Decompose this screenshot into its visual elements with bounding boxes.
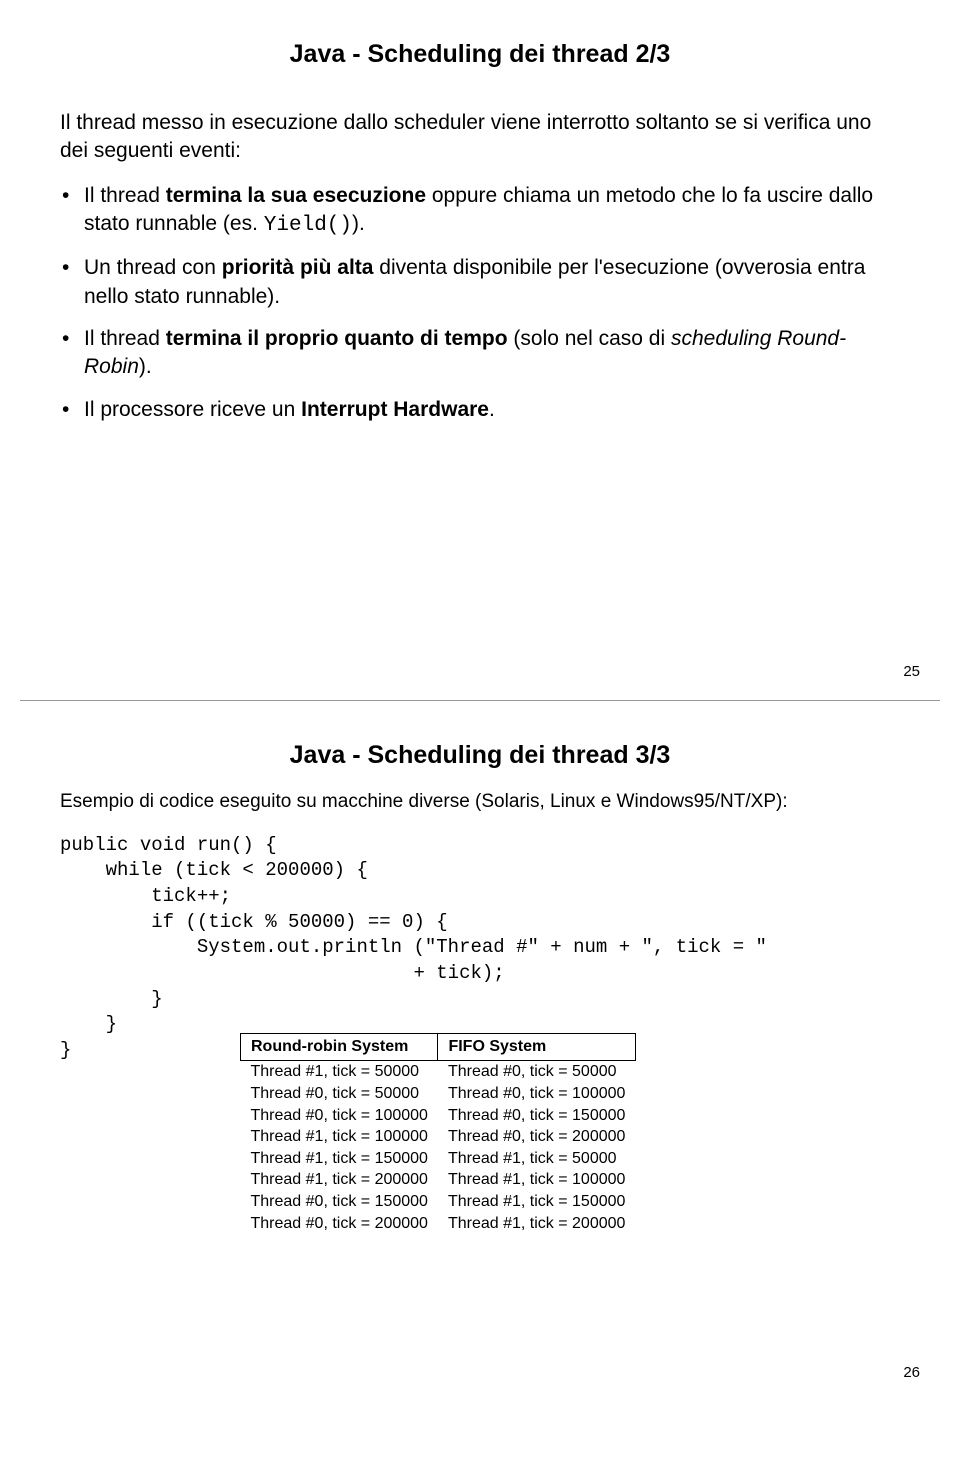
table-row: Thread #1, tick = 50000 Thread #0, tick … — [241, 1061, 636, 1234]
fifo-line: Thread #1, tick = 200000 — [448, 1213, 625, 1235]
fifo-line: Thread #0, tick = 150000 — [448, 1105, 625, 1127]
bullet-2: Un thread con priorità più alta diventa … — [60, 254, 900, 311]
results-table: Round-robin System FIFO System Thread #1… — [240, 1033, 636, 1234]
text: . — [489, 398, 495, 421]
col-header-rr: Round-robin System — [241, 1034, 438, 1061]
bullet-1: Il thread termina la sua esecuzione oppu… — [60, 182, 900, 241]
col-header-fifo: FIFO System — [438, 1034, 635, 1061]
rr-line: Thread #1, tick = 100000 — [251, 1126, 428, 1148]
text-bold: termina il proprio quanto di tempo — [166, 327, 508, 350]
slide-26: Java - Scheduling dei thread 3/3 Esempio… — [0, 701, 960, 1401]
rr-line: Thread #0, tick = 50000 — [251, 1083, 428, 1105]
text-bold: termina la sua esecuzione — [166, 184, 426, 207]
bullet-4: Il processore riceve un Interrupt Hardwa… — [60, 396, 900, 424]
code-block: public void run() { while (tick < 200000… — [60, 833, 900, 1064]
text: Un thread con — [84, 256, 222, 279]
text: ). — [352, 212, 365, 235]
slide-25: Java - Scheduling dei thread 2/3 Il thre… — [0, 0, 960, 700]
fifo-line: Thread #1, tick = 50000 — [448, 1148, 625, 1170]
rr-line: Thread #1, tick = 150000 — [251, 1148, 428, 1170]
text: ). — [139, 355, 152, 378]
slide-title: Java - Scheduling dei thread 3/3 — [60, 741, 900, 770]
fifo-line: Thread #1, tick = 150000 — [448, 1191, 625, 1213]
text-bold: priorità più alta — [222, 256, 374, 279]
bullet-list: Il thread termina la sua esecuzione oppu… — [60, 182, 900, 424]
results-table-wrap: Round-robin System FIFO System Thread #1… — [240, 1033, 900, 1234]
text: (solo nel caso di — [508, 327, 671, 350]
table-header-row: Round-robin System FIFO System — [241, 1034, 636, 1061]
rr-line: Thread #0, tick = 150000 — [251, 1191, 428, 1213]
text-bold: Interrupt Hardware — [301, 398, 489, 421]
page-number: 26 — [903, 1364, 920, 1381]
cell-fifo: Thread #0, tick = 50000 Thread #0, tick … — [438, 1061, 635, 1234]
bullet-3: Il thread termina il proprio quanto di t… — [60, 325, 900, 382]
fifo-line: Thread #0, tick = 50000 — [448, 1061, 625, 1083]
cell-rr: Thread #1, tick = 50000 Thread #0, tick … — [241, 1061, 438, 1234]
rr-line: Thread #0, tick = 200000 — [251, 1213, 428, 1235]
rr-line: Thread #1, tick = 200000 — [251, 1169, 428, 1191]
intro-paragraph: Il thread messo in esecuzione dallo sche… — [60, 109, 900, 166]
example-paragraph: Esempio di codice eseguito su macchine d… — [60, 790, 900, 815]
slide-title: Java - Scheduling dei thread 2/3 — [60, 40, 900, 69]
text: Il thread — [84, 184, 166, 207]
code-inline: Yield() — [264, 214, 352, 237]
text: Il thread — [84, 327, 166, 350]
text: Il processore riceve un — [84, 398, 301, 421]
fifo-line: Thread #0, tick = 100000 — [448, 1083, 625, 1105]
fifo-line: Thread #1, tick = 100000 — [448, 1169, 625, 1191]
rr-line: Thread #1, tick = 50000 — [251, 1061, 428, 1083]
rr-line: Thread #0, tick = 100000 — [251, 1105, 428, 1127]
fifo-line: Thread #0, tick = 200000 — [448, 1126, 625, 1148]
page-number: 25 — [903, 663, 920, 680]
